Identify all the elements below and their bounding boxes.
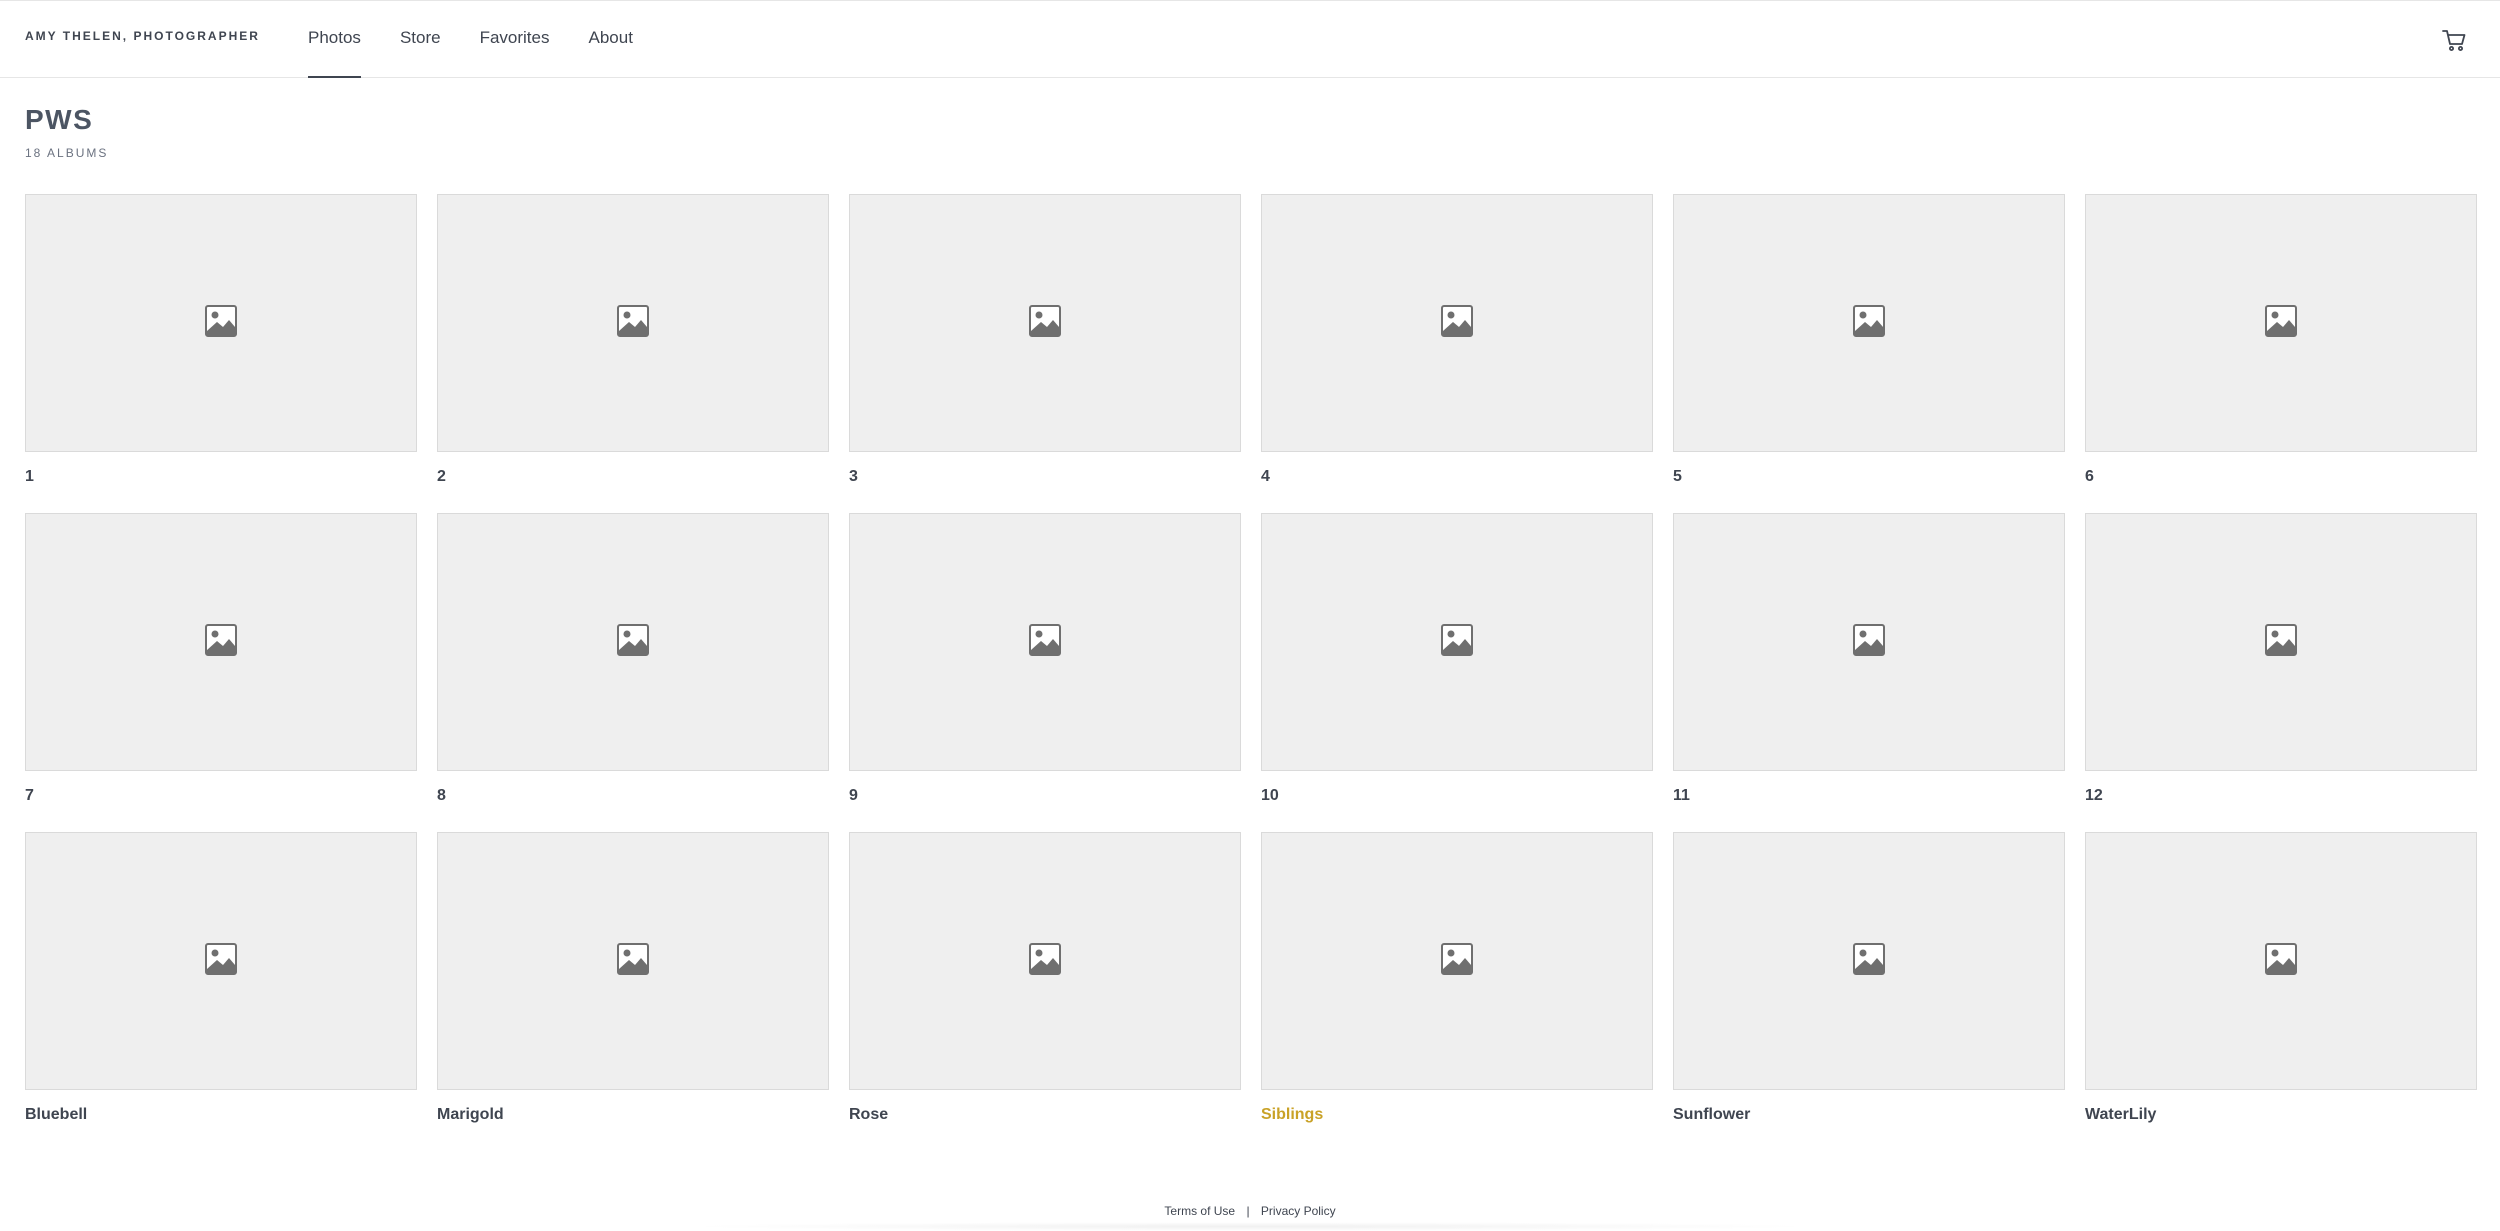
album-card[interactable]: 11 — [1673, 513, 2065, 832]
site-header: AMY THELEN, PHOTOGRAPHER Photos Store Fa… — [0, 0, 2500, 78]
page-title: PWS — [25, 104, 94, 135]
album-title[interactable]: 1 — [25, 467, 417, 487]
album-title[interactable]: Marigold — [437, 1105, 829, 1125]
album-card[interactable]: Siblings — [1261, 832, 1653, 1151]
image-placeholder-icon — [2264, 942, 2298, 981]
album-title[interactable]: 8 — [437, 786, 829, 806]
image-placeholder-icon — [1028, 304, 1062, 343]
album-thumbnail[interactable] — [1673, 832, 2065, 1090]
album-thumbnail[interactable] — [25, 194, 417, 452]
album-thumbnail[interactable] — [2085, 194, 2477, 452]
main-nav: Photos Store Favorites About — [308, 1, 672, 78]
album-thumbnail[interactable] — [1261, 832, 1653, 1090]
album-thumbnail[interactable] — [437, 194, 829, 452]
album-card[interactable]: 8 — [437, 513, 829, 832]
album-thumbnail[interactable] — [849, 513, 1241, 771]
album-thumbnail[interactable] — [25, 513, 417, 771]
footer-separator: | — [1246, 1204, 1250, 1218]
album-title[interactable]: 9 — [849, 786, 1241, 806]
album-card[interactable]: Bluebell — [25, 832, 417, 1151]
album-card[interactable]: Rose — [849, 832, 1241, 1151]
album-thumbnail[interactable] — [437, 513, 829, 771]
image-placeholder-icon — [204, 623, 238, 662]
album-thumbnail[interactable] — [25, 832, 417, 1090]
album-card[interactable]: 12 — [2085, 513, 2477, 832]
brand-logo-link[interactable]: AMY THELEN, PHOTOGRAPHER — [25, 29, 260, 43]
album-thumbnail[interactable] — [437, 832, 829, 1090]
album-title[interactable]: 4 — [1261, 467, 1653, 487]
album-card[interactable]: Marigold — [437, 832, 829, 1151]
image-placeholder-icon — [2264, 623, 2298, 662]
image-placeholder-icon — [1028, 942, 1062, 981]
album-title[interactable]: Rose — [849, 1105, 1241, 1125]
terms-of-use-link[interactable]: Terms of Use — [1164, 1204, 1235, 1218]
album-title[interactable]: Siblings — [1261, 1105, 1653, 1125]
album-title[interactable]: 5 — [1673, 467, 2065, 487]
album-thumbnail[interactable] — [2085, 832, 2477, 1090]
album-thumbnail[interactable] — [1261, 194, 1653, 452]
cart-icon[interactable] — [2440, 26, 2468, 54]
album-thumbnail[interactable] — [849, 832, 1241, 1090]
album-thumbnail[interactable] — [1261, 513, 1653, 771]
image-placeholder-icon — [616, 304, 650, 343]
album-card[interactable]: 5 — [1673, 194, 2065, 513]
image-placeholder-icon — [1440, 623, 1474, 662]
album-title[interactable]: 11 — [1673, 786, 2065, 806]
album-card[interactable]: 3 — [849, 194, 1241, 513]
album-thumbnail[interactable] — [1673, 513, 2065, 771]
nav-item-about[interactable]: About — [589, 1, 633, 78]
album-title[interactable]: 3 — [849, 467, 1241, 487]
album-title[interactable]: Bluebell — [25, 1105, 417, 1125]
album-title[interactable]: 6 — [2085, 467, 2477, 487]
image-placeholder-icon — [1852, 942, 1886, 981]
album-card[interactable]: 2 — [437, 194, 829, 513]
privacy-policy-link[interactable]: Privacy Policy — [1261, 1204, 1336, 1218]
album-title[interactable]: 10 — [1261, 786, 1653, 806]
album-title[interactable]: WaterLily — [2085, 1105, 2477, 1125]
album-card[interactable]: Sunflower — [1673, 832, 2065, 1151]
album-card[interactable]: 10 — [1261, 513, 1653, 832]
site-footer: Terms of Use | Privacy Policy — [0, 1204, 2500, 1218]
nav-item-store[interactable]: Store — [400, 1, 441, 78]
album-grid: 1 2 3 4 5 6 7 8 9 10 11 12 Bluebell Marigold Rose Sibli… — [25, 194, 2477, 1151]
footer-shadow — [680, 1222, 1820, 1231]
album-thumbnail[interactable] — [1673, 194, 2065, 452]
album-card[interactable]: 4 — [1261, 194, 1653, 513]
image-placeholder-icon — [1852, 623, 1886, 662]
album-card[interactable]: 1 — [25, 194, 417, 513]
album-card[interactable]: WaterLily — [2085, 832, 2477, 1151]
image-placeholder-icon — [204, 304, 238, 343]
nav-item-favorites[interactable]: Favorites — [480, 1, 550, 78]
album-thumbnail[interactable] — [2085, 513, 2477, 771]
image-placeholder-icon — [1440, 942, 1474, 981]
image-placeholder-icon — [204, 942, 238, 981]
album-card[interactable]: 6 — [2085, 194, 2477, 513]
album-count: 18 ALBUMS — [25, 146, 109, 160]
nav-item-photos[interactable]: Photos — [308, 1, 361, 78]
image-placeholder-icon — [616, 623, 650, 662]
image-placeholder-icon — [616, 942, 650, 981]
album-title[interactable]: 7 — [25, 786, 417, 806]
album-thumbnail[interactable] — [849, 194, 1241, 452]
album-title[interactable]: 12 — [2085, 786, 2477, 806]
image-placeholder-icon — [1440, 304, 1474, 343]
album-card[interactable]: 9 — [849, 513, 1241, 832]
image-placeholder-icon — [1852, 304, 1886, 343]
album-card[interactable]: 7 — [25, 513, 417, 832]
album-title[interactable]: 2 — [437, 467, 829, 487]
image-placeholder-icon — [2264, 304, 2298, 343]
album-title[interactable]: Sunflower — [1673, 1105, 2065, 1125]
image-placeholder-icon — [1028, 623, 1062, 662]
